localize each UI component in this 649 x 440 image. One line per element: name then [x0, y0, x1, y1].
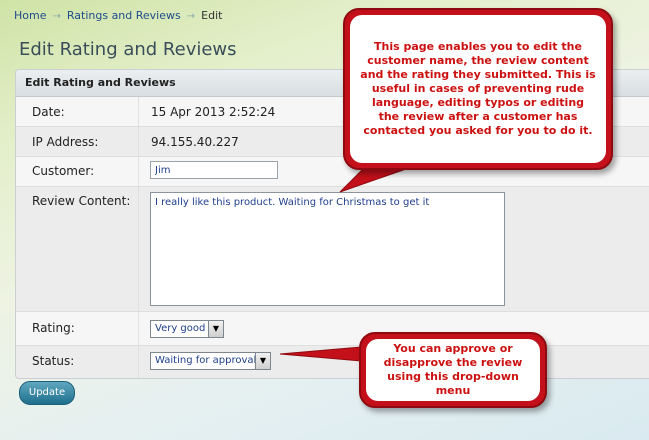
- rating-select[interactable]: Very good ▼: [150, 320, 224, 338]
- callout-edit-info-text: This page enables you to edit the custom…: [350, 15, 606, 163]
- ip-value: 94.155.40.227: [151, 135, 239, 149]
- customer-label: Customer:: [32, 164, 95, 178]
- update-button[interactable]: Update: [19, 381, 75, 405]
- chevron-down-icon[interactable]: ▼: [255, 353, 270, 369]
- callout-status-info-text: You can approve or disapprove the review…: [366, 339, 540, 401]
- callout-edit-info: This page enables you to edit the custom…: [343, 8, 613, 170]
- date-value: 15 Apr 2013 2:52:24: [151, 105, 276, 119]
- status-row: Status: Waiting for approval ▼: [16, 346, 649, 378]
- page-title: Edit Rating and Reviews: [19, 39, 237, 60]
- status-selected: Waiting for approval: [155, 355, 257, 366]
- breadcrumb-arrow-icon: →: [52, 11, 61, 22]
- rating-selected: Very good: [155, 323, 206, 334]
- rating-label: Rating:: [32, 321, 75, 335]
- customer-input[interactable]: [150, 161, 278, 179]
- breadcrumb-arrow-icon: →: [186, 11, 196, 22]
- breadcrumb: Home → Ratings and Reviews → Edit: [14, 9, 222, 22]
- callout-status-info: You can approve or disapprove the review…: [359, 332, 547, 408]
- chevron-down-icon[interactable]: ▼: [208, 321, 223, 337]
- status-label: Status:: [32, 354, 75, 368]
- review-row: Review Content: I really like this produ…: [16, 187, 649, 312]
- ip-label: IP Address:: [32, 135, 99, 149]
- breadcrumb-ratings[interactable]: Ratings and Reviews: [67, 9, 181, 22]
- status-select[interactable]: Waiting for approval ▼: [150, 352, 271, 370]
- review-label: Review Content:: [32, 194, 131, 208]
- rating-row: Rating: Very good ▼: [16, 312, 649, 346]
- breadcrumb-current: Edit: [201, 9, 223, 22]
- review-textarea[interactable]: I really like this product. Waiting for …: [150, 192, 505, 306]
- breadcrumb-home[interactable]: Home: [14, 9, 46, 22]
- date-label: Date:: [32, 105, 65, 119]
